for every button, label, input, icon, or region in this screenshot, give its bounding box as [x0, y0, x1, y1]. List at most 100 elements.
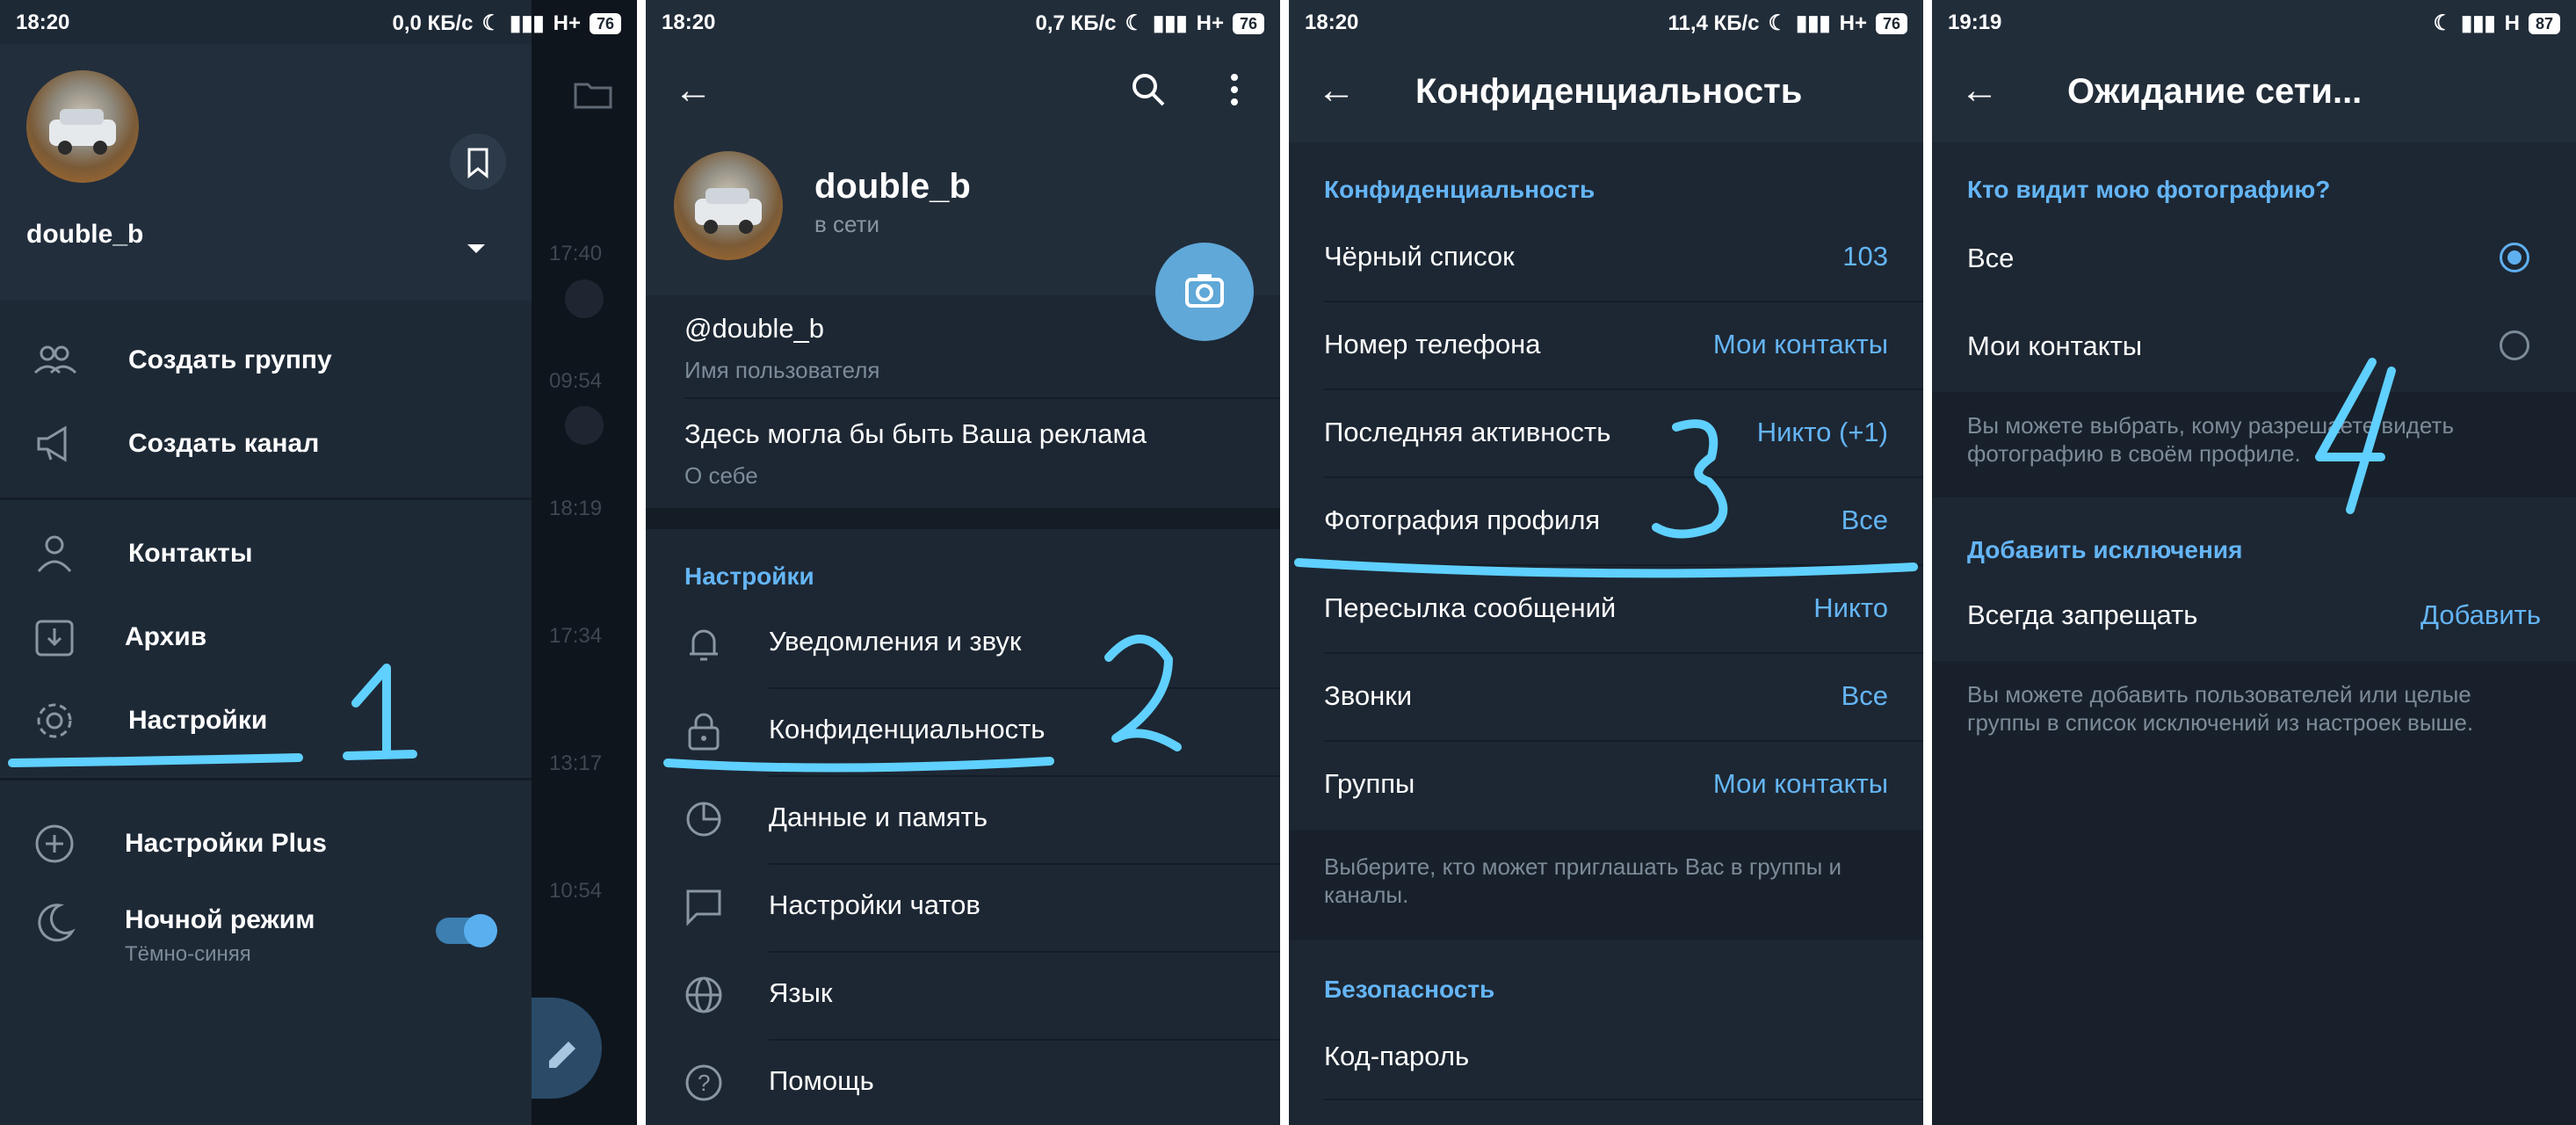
pencil-icon — [549, 1042, 575, 1068]
megaphone-icon — [37, 425, 67, 462]
radio-option-everyone[interactable]: Все — [1932, 216, 2576, 304]
moon-status-icon: ☾ — [1768, 11, 1787, 35]
navigation-drawer: 18:20 0,0 КБ/с ☾ ▮▮▮ H+ 76 double_b Созд… — [0, 0, 621, 1125]
chat-time: 09:54 — [549, 369, 603, 393]
divider — [684, 397, 1280, 399]
status-bar: 18:20 0,0 КБ/с ☾ ▮▮▮ H+ 76 — [0, 0, 637, 44]
privacy-row-profile-photo[interactable]: Фотография профиля Все — [1289, 478, 1923, 566]
divider — [0, 497, 532, 500]
row-label: Чёрный список — [1324, 241, 1515, 272]
radio-option-my-contacts[interactable]: Мои контакты — [1932, 304, 2576, 392]
menu-item-night-mode[interactable]: Ночной режим Тёмно-синяя — [0, 888, 532, 984]
settings-item-data[interactable]: Данные и память — [646, 775, 1280, 863]
bio-field[interactable]: Здесь могла бы быть Ваша реклама О себе — [646, 404, 1280, 499]
battery-icon: 87 — [2528, 12, 2560, 34]
settings-item-notifications[interactable]: Уведомления и звук — [646, 599, 1280, 687]
row-value: Мои контакты — [1712, 768, 1888, 799]
more-vert-icon[interactable] — [1226, 70, 1243, 113]
signal-icon: ▮▮▮ — [1152, 11, 1188, 35]
option-label: Все — [1967, 243, 2015, 273]
chat-time: 10:54 — [549, 879, 603, 903]
bell-icon — [690, 629, 718, 661]
row-value: Мои контакты — [1712, 329, 1888, 359]
exceptions-hint: Вы можете добавить пользователей или цел… — [1967, 681, 2474, 736]
privacy-row-calls[interactable]: Звонки Все — [1289, 654, 1923, 742]
row-label: Звонки — [1324, 680, 1413, 711]
back-arrow-icon[interactable]: ← — [1317, 69, 1356, 112]
back-arrow-icon[interactable]: ← — [1960, 69, 1999, 112]
person-icon — [37, 535, 72, 572]
privacy-row-phone[interactable]: Номер телефона Мои контакты — [1289, 302, 1923, 390]
row-label: Фотография профиля — [1324, 504, 1601, 535]
settings-item-privacy[interactable]: Конфиденциальность — [646, 687, 1280, 775]
menu-item-contacts[interactable]: Контакты — [0, 514, 532, 593]
status-network: H+ — [553, 11, 581, 35]
status-bar: 18:20 0,7 КБ/с ☾ ▮▮▮ H+ 76 — [646, 0, 1280, 44]
signal-icon: ▮▮▮ — [2461, 11, 2496, 35]
privacy-row-forwarding[interactable]: Пересылка сообщений Никто — [1289, 566, 1923, 654]
bio-label: О себе — [684, 462, 758, 489]
radio-selected[interactable] — [2500, 243, 2529, 272]
menu-sublabel: Тёмно-синяя — [125, 942, 251, 966]
account-switch-chevron-icon[interactable] — [467, 244, 485, 253]
radio-unselected[interactable] — [2500, 330, 2529, 360]
photo-visibility-section-header: Кто видит мою фотографию? — [1967, 176, 2331, 203]
battery-icon: 76 — [589, 12, 621, 34]
row-label: Всегда запрещать — [1967, 599, 2198, 630]
moon-status-icon: ☾ — [481, 11, 501, 35]
pin-icon — [565, 406, 604, 445]
privacy-row-groups[interactable]: Группы Мои контакты — [1289, 742, 1923, 830]
privacy-row-last-seen[interactable]: Последняя активность Никто (+1) — [1289, 390, 1923, 478]
profile-status: в сети — [814, 211, 880, 237]
phone-panel-settings: 18:20 0,7 КБ/с ☾ ▮▮▮ H+ 76 ← double_b в … — [646, 0, 1280, 1125]
status-bar: 19:19 ☾ ▮▮▮ H 87 — [1932, 0, 2576, 44]
privacy-row-passcode[interactable]: Код-пароль — [1289, 1014, 1923, 1102]
status-time: 18:20 — [1305, 11, 1359, 34]
menu-item-settings-plus[interactable]: Настройки Plus — [0, 804, 532, 883]
chat-time: 17:34 — [549, 624, 603, 648]
phone-panel-photo-privacy: 19:19 ☾ ▮▮▮ H 87 ← Ожидание сети... Кто … — [1932, 0, 2576, 1125]
settings-item-label: Язык — [769, 977, 833, 1008]
menu-item-settings[interactable]: Настройки — [0, 681, 532, 760]
settings-item-language[interactable]: Язык — [646, 951, 1280, 1039]
toggle-knob — [464, 914, 497, 947]
menu-label: Создать группу — [128, 345, 332, 374]
help-icon: ? — [685, 1064, 722, 1101]
groups-hint: Выберите, кто может приглашать Вас в гру… — [1324, 853, 1842, 908]
divider — [1324, 1099, 1923, 1100]
night-mode-toggle[interactable] — [436, 914, 497, 947]
row-value: Все — [1841, 504, 1888, 535]
lock-icon — [688, 713, 720, 751]
chat-time: 18:19 — [549, 497, 603, 520]
globe-icon — [685, 976, 722, 1013]
avatar[interactable] — [26, 70, 139, 183]
moon-status-icon: ☾ — [2433, 11, 2452, 35]
menu-item-archive[interactable]: Архив — [0, 598, 532, 677]
compose-fab[interactable] — [532, 998, 602, 1099]
row-value: Все — [1841, 680, 1888, 711]
back-arrow-icon[interactable]: ← — [674, 69, 713, 112]
saved-messages-button[interactable] — [450, 134, 506, 190]
drawer-header: double_b — [0, 44, 532, 301]
add-exception-link[interactable]: Добавить — [2420, 599, 2541, 631]
search-icon[interactable] — [1129, 70, 1168, 113]
exceptions-section-header: Добавить исключения — [1967, 536, 2243, 563]
settings-item-help[interactable]: ? Помощь — [646, 1039, 1280, 1125]
page-title: Конфиденциальность — [1415, 72, 1803, 111]
menu-label: Создать канал — [128, 429, 320, 458]
row-value: Никто (+1) — [1756, 417, 1888, 447]
exception-row-never-share[interactable]: Всегда запрещать Добавить — [1932, 573, 2576, 661]
row-label: Код-пароль — [1324, 1041, 1470, 1071]
phone-panel-privacy: 18:20 11,4 КБ/с ☾ ▮▮▮ H+ 76 ← Конфиденци… — [1289, 0, 1923, 1125]
avatar[interactable] — [674, 151, 783, 260]
username-field[interactable]: @double_b Имя пользователя — [646, 299, 1280, 394]
hint-block: Вы можете добавить пользователей или цел… — [1932, 661, 2576, 1125]
option-label: Мои контакты — [1967, 330, 2143, 361]
background-chat-list: 17:40 09:54 18:19 17:34 13:17 10:54 — [532, 0, 637, 1125]
settings-item-chats[interactable]: Настройки чатов — [646, 863, 1280, 951]
row-label: Пересылка сообщений — [1324, 592, 1617, 623]
menu-item-create-channel[interactable]: Создать канал — [0, 404, 532, 483]
menu-item-create-group[interactable]: Создать группу — [0, 321, 532, 400]
privacy-row-blacklist[interactable]: Чёрный список 103 — [1289, 214, 1923, 302]
status-network: H+ — [1839, 11, 1867, 35]
